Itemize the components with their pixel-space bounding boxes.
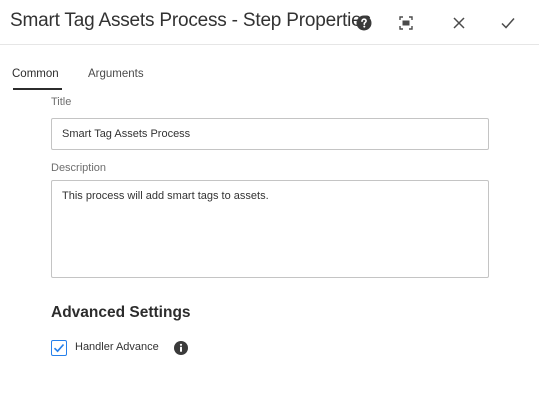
fullscreen-icon	[399, 16, 413, 30]
checkmark-icon	[501, 18, 515, 29]
close-icon	[453, 17, 465, 29]
checkmark-icon	[53, 343, 65, 353]
tab-arguments[interactable]: Arguments	[88, 68, 144, 80]
handler-advance-label: Handler Advance	[75, 341, 159, 353]
description-field-label: Description	[51, 162, 107, 174]
done-button[interactable]	[497, 12, 519, 34]
fullscreen-button[interactable]	[395, 12, 417, 34]
help-circle-icon	[356, 15, 372, 31]
dialog-header: Smart Tag Assets Process - Step Properti…	[0, 0, 539, 46]
title-field-label: Title	[51, 96, 72, 108]
description-field[interactable]: This process will add smart tags to asse…	[51, 180, 489, 278]
active-tab-indicator	[13, 88, 62, 90]
handler-advance-checkbox[interactable]	[51, 340, 67, 356]
info-icon[interactable]	[174, 341, 188, 355]
advanced-settings-heading: Advanced Settings	[51, 304, 191, 321]
help-button[interactable]	[353, 12, 375, 34]
tab-list: Common Arguments	[0, 64, 539, 94]
title-field[interactable]: Smart Tag Assets Process	[51, 118, 489, 150]
dialog-title: Smart Tag Assets Process - Step Properti…	[10, 10, 371, 31]
tab-common[interactable]: Common	[12, 68, 59, 80]
close-button[interactable]	[448, 12, 470, 34]
header-divider	[0, 44, 539, 45]
